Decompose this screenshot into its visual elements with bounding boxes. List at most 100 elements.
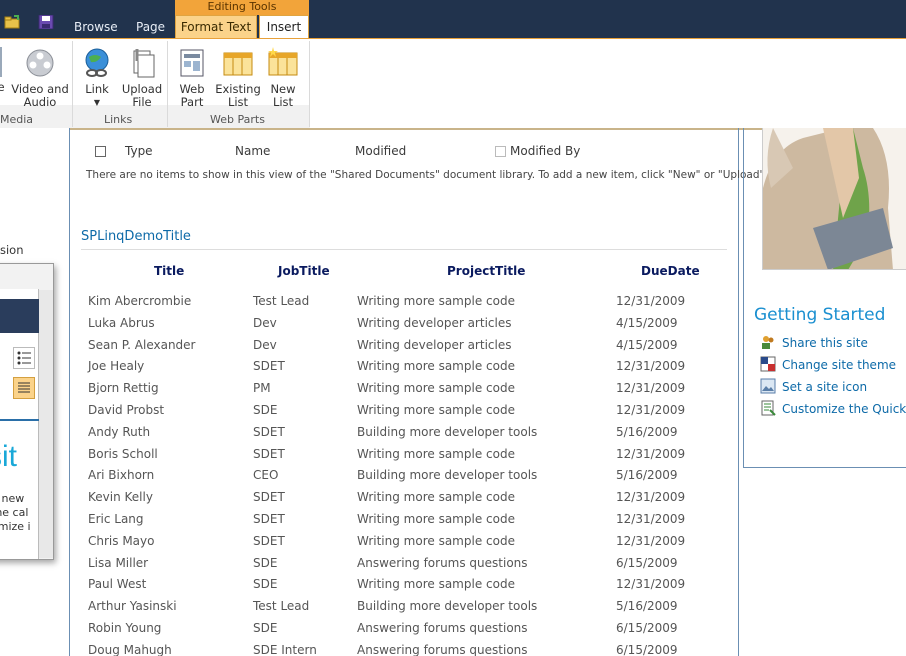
- cell-project-title: Writing more sample code: [357, 577, 515, 591]
- separator: [309, 41, 310, 127]
- film-reel-icon: [26, 49, 54, 77]
- cell-project-title: Writing more sample code: [357, 359, 515, 373]
- link-button[interactable]: Link ▼: [78, 47, 116, 109]
- ribbon-partial-button[interactable]: e: [0, 47, 6, 94]
- cell-due-date: 6/15/2009: [616, 621, 678, 635]
- image-icon: [0, 47, 2, 77]
- bullet-list-icon[interactable]: [13, 347, 35, 369]
- cell-due-date: 4/15/2009: [616, 316, 678, 330]
- cell-due-date: 12/31/2009: [616, 534, 686, 548]
- cell-title: Andy Ruth: [88, 425, 151, 439]
- cell-title: Bjorn Rettig: [88, 381, 159, 395]
- cell-title: Arthur Yasinski: [88, 599, 177, 613]
- cell-project-title: Writing more sample code: [357, 490, 515, 504]
- new-list-label-2: List: [272, 95, 294, 109]
- cell-job-title: PM: [253, 381, 271, 395]
- partial-button-label: e: [0, 80, 5, 94]
- column-type[interactable]: Type: [125, 144, 153, 158]
- cell-job-title: SDET: [253, 512, 285, 526]
- getting-started-title: Getting Started: [754, 305, 886, 325]
- web-part-icon: [180, 49, 204, 77]
- cell-due-date: 12/31/2009: [616, 294, 686, 308]
- change-theme-label: Change site theme: [782, 358, 897, 372]
- folder-icon[interactable]: [4, 15, 20, 29]
- dialog-heading-partial: sit: [0, 440, 17, 473]
- left-partial-text: sion: [0, 243, 24, 257]
- cell-project-title: Writing more sample code: [357, 381, 515, 395]
- header-title: Title: [154, 264, 185, 278]
- share-site-link[interactable]: Share this site: [760, 334, 868, 350]
- web-part-title-rule: [81, 249, 727, 250]
- cell-due-date: 12/31/2009: [616, 577, 686, 591]
- new-list-button[interactable]: New List: [264, 47, 302, 109]
- cell-job-title: Test Lead: [253, 294, 310, 308]
- content-left-border: [69, 128, 70, 656]
- cell-job-title: Test Lead: [253, 599, 310, 613]
- align-text-icon[interactable]: [13, 377, 35, 399]
- overlay-dialog[interactable]: sit d new the cal omize i: [0, 263, 54, 560]
- upload-file-button[interactable]: Upload File: [120, 47, 164, 109]
- quick-launch-icon: [761, 400, 776, 416]
- editing-tools-label: Editing Tools: [175, 0, 309, 15]
- dialog-scrollbar[interactable]: [39, 290, 53, 558]
- cell-title: Paul West: [88, 577, 147, 591]
- cell-project-title: Answering forums questions: [357, 621, 528, 635]
- save-icon[interactable]: [38, 15, 54, 29]
- cell-job-title: SDE Intern: [253, 643, 317, 656]
- theme-icon: [760, 356, 776, 372]
- chevron-down-icon: ▼: [93, 98, 101, 107]
- video-audio-button[interactable]: Video and Audio: [10, 47, 70, 109]
- column-name[interactable]: Name: [235, 144, 270, 158]
- cell-due-date: 5/16/2009: [616, 599, 678, 613]
- cell-title: Lisa Miller: [88, 556, 149, 570]
- cell-due-date: 12/31/2009: [616, 512, 686, 526]
- link-label: Link: [85, 82, 109, 96]
- existing-list-button[interactable]: Existing List: [215, 47, 261, 109]
- select-all-checkbox[interactable]: [95, 146, 106, 157]
- cell-job-title: SDE: [253, 403, 278, 417]
- separator: [167, 41, 168, 127]
- tab-format-text[interactable]: Format Text: [175, 15, 257, 38]
- tab-page[interactable]: Page: [132, 17, 169, 38]
- video-label-2: Audio: [23, 95, 57, 109]
- cell-job-title: Dev: [253, 316, 277, 330]
- share-site-label: Share this site: [782, 336, 868, 350]
- separator: [72, 41, 73, 127]
- dialog-text-1: d new: [0, 492, 25, 505]
- tab-insert[interactable]: Insert: [259, 15, 309, 39]
- set-site-icon-label: Set a site icon: [782, 380, 868, 394]
- customize-quick-launch-link[interactable]: Customize the Quick L: [760, 400, 906, 416]
- web-part-button[interactable]: Web Part: [172, 47, 212, 109]
- cell-due-date: 6/15/2009: [616, 556, 678, 570]
- set-site-icon-link[interactable]: Set a site icon: [760, 378, 867, 394]
- cell-project-title: Answering forums questions: [357, 556, 528, 570]
- people-photo: [762, 128, 906, 270]
- cell-due-date: 6/15/2009: [616, 643, 678, 656]
- cell-project-title: Writing developer articles: [357, 316, 512, 330]
- dialog-divider: [0, 419, 39, 421]
- cell-project-title: Building more developer tools: [357, 425, 538, 439]
- cell-title: Kevin Kelly: [88, 490, 153, 504]
- change-theme-link[interactable]: Change site theme: [760, 356, 896, 372]
- group-label-web-parts: Web Parts: [210, 113, 265, 126]
- dialog-text-2: the cal: [0, 506, 29, 519]
- cell-title: Kim Abercrombie: [88, 294, 192, 308]
- modified-by-checkbox[interactable]: [495, 146, 506, 157]
- tab-browse[interactable]: Browse: [70, 17, 122, 38]
- cell-title: Luka Abrus: [88, 316, 155, 330]
- group-label-links: Links: [104, 113, 133, 126]
- column-modified[interactable]: Modified: [355, 144, 406, 158]
- header-job-title: JobTitle: [278, 264, 330, 278]
- cell-job-title: SDE: [253, 577, 278, 591]
- column-modified-by[interactable]: Modified By: [510, 144, 580, 158]
- cell-due-date: 12/31/2009: [616, 447, 686, 461]
- image-icon: [760, 378, 776, 394]
- upload-document-icon: [133, 49, 155, 78]
- cell-job-title: SDET: [253, 490, 285, 504]
- web-part-title[interactable]: SPLinqDemoTitle: [81, 229, 191, 244]
- cell-due-date: 4/15/2009: [616, 338, 678, 352]
- cell-project-title: Writing more sample code: [357, 534, 515, 548]
- dialog-ribbon-bar: [0, 299, 39, 333]
- cell-project-title: Writing more sample code: [357, 512, 515, 526]
- cell-due-date: 5/16/2009: [616, 425, 678, 439]
